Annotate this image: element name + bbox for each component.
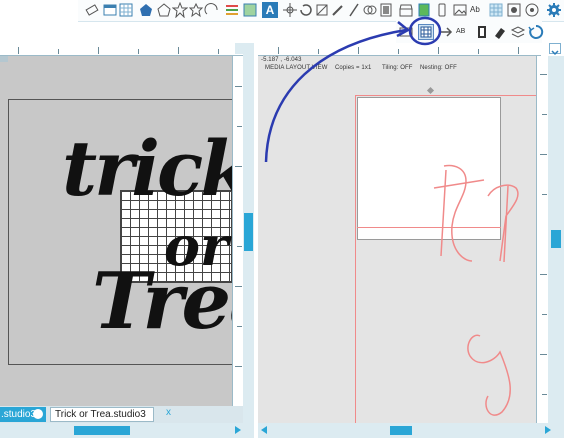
highlight-annotation	[264, 16, 442, 163]
annotation-arrowhead	[396, 21, 411, 38]
annotation-arrow	[264, 28, 407, 163]
highlight-ring	[408, 16, 442, 46]
